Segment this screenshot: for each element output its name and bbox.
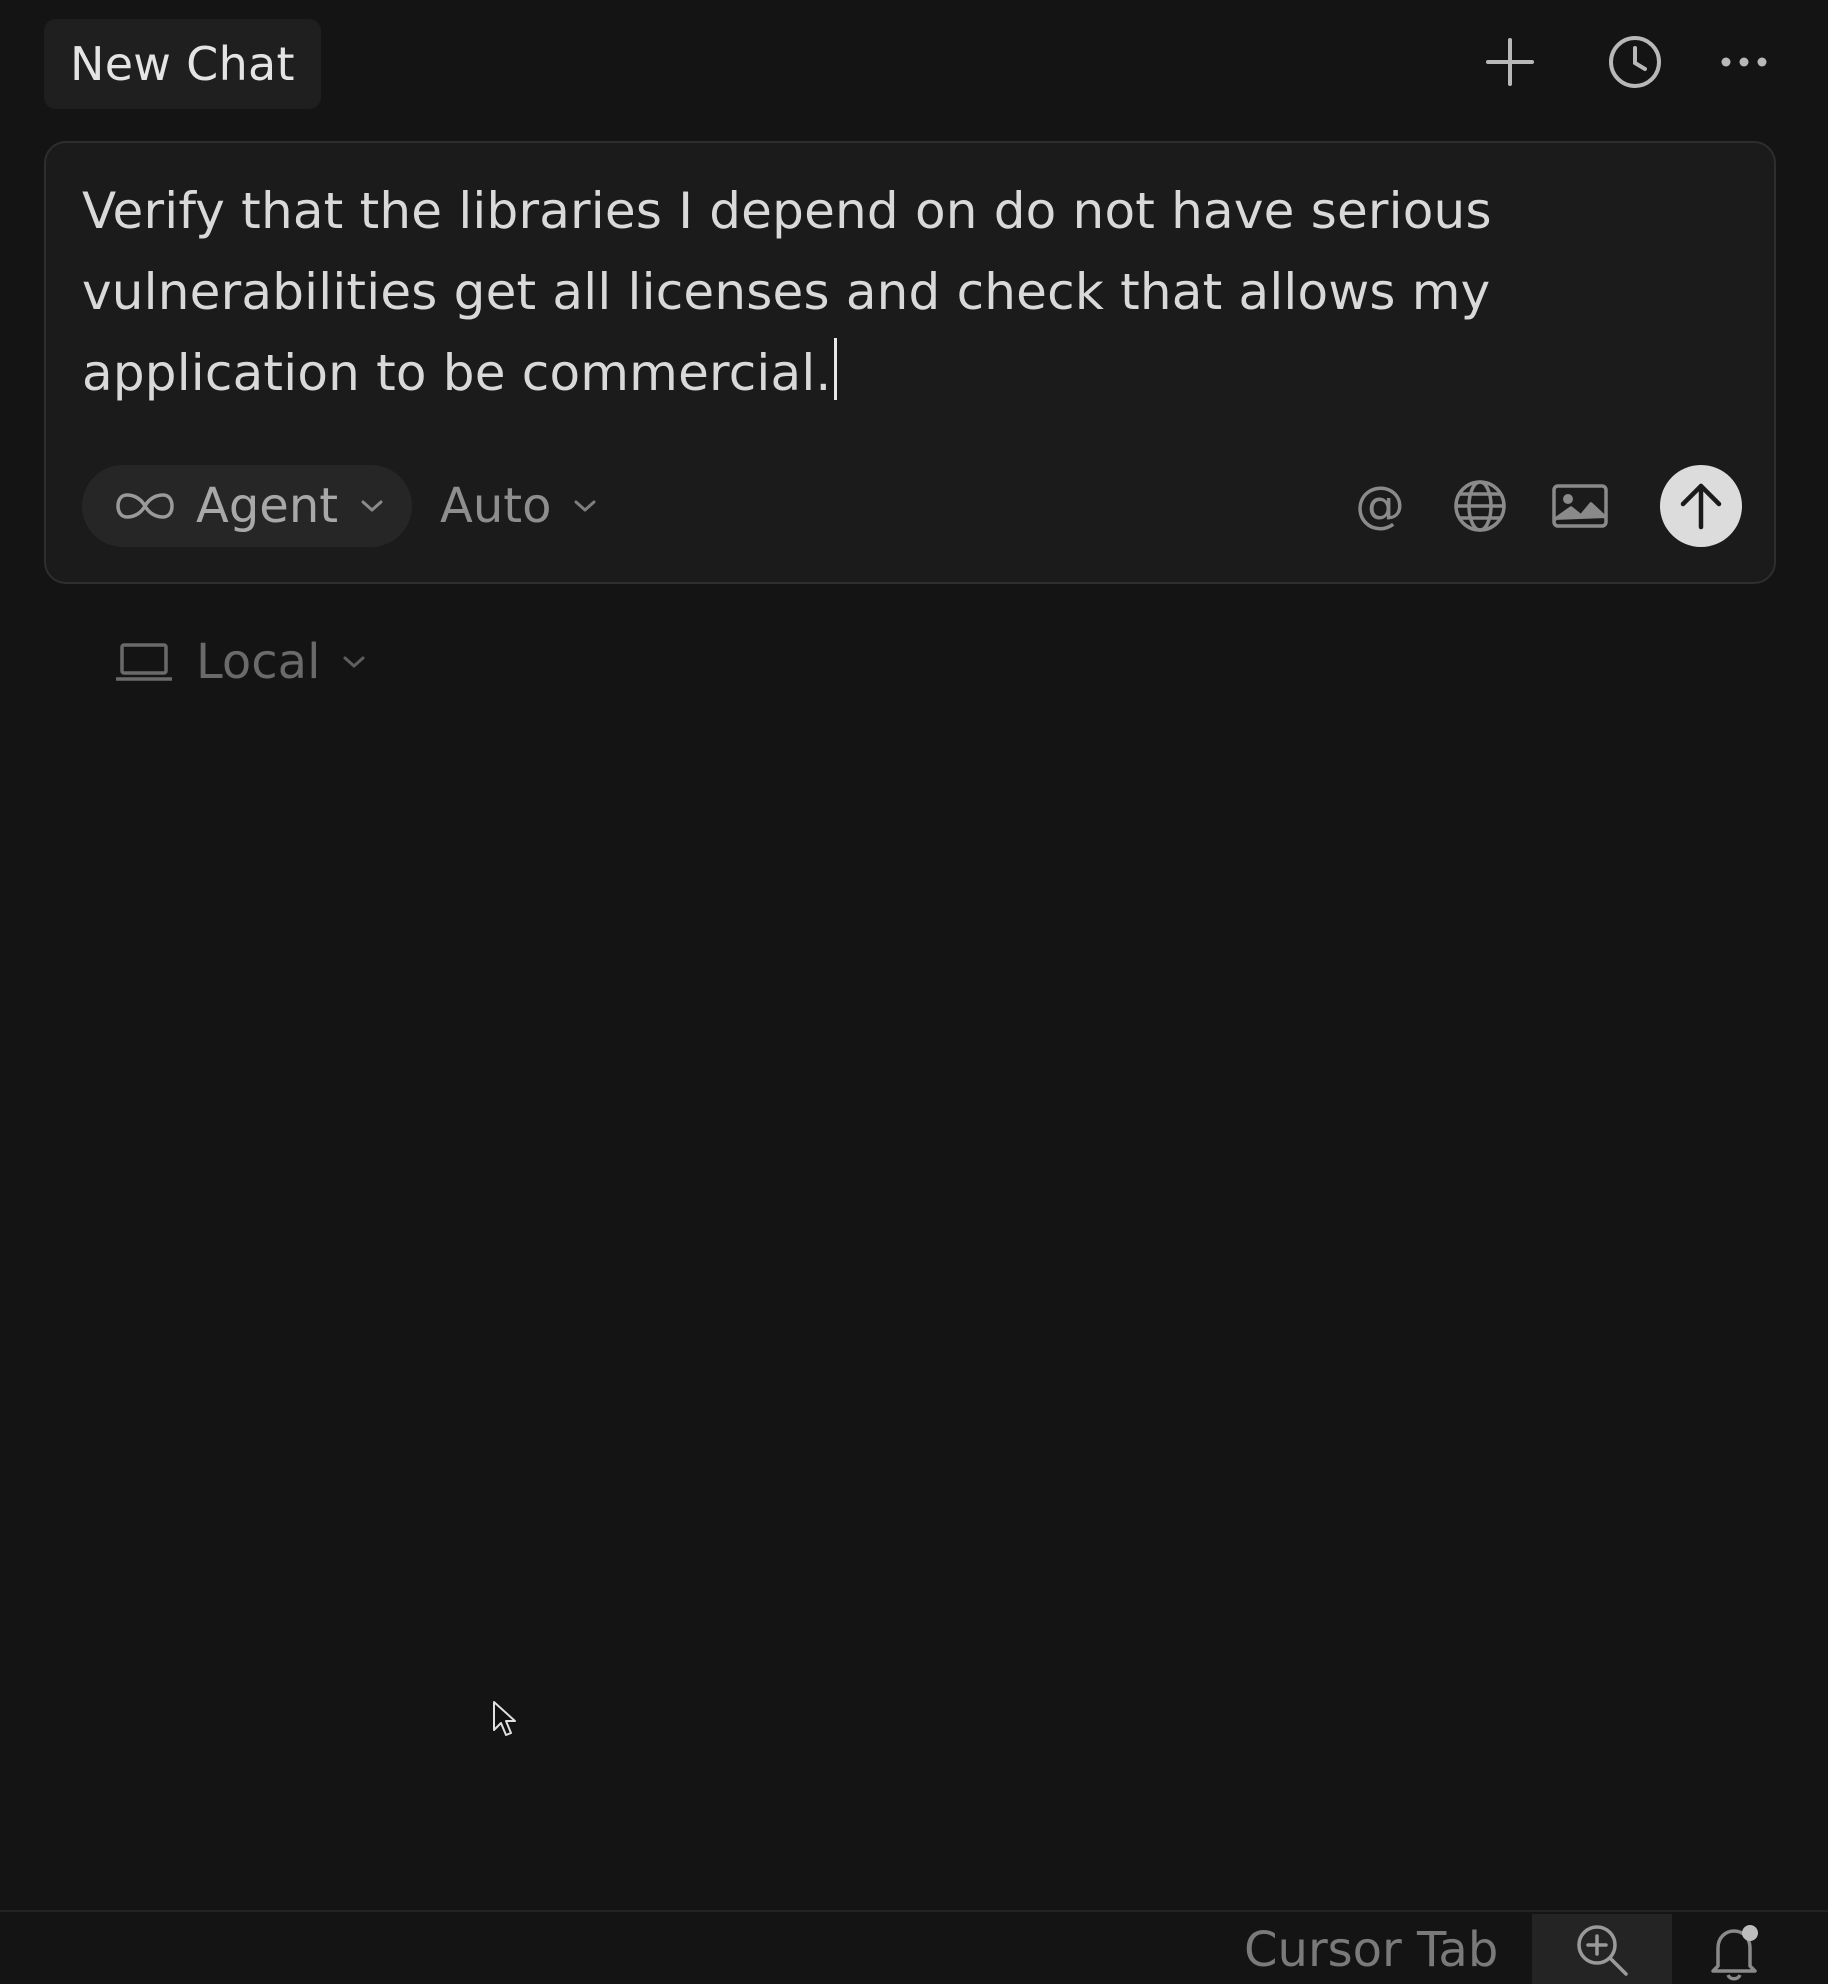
- laptop-icon: [116, 643, 172, 681]
- svg-text:@: @: [1355, 478, 1405, 534]
- model-label: Auto: [440, 478, 552, 534]
- plus-icon[interactable]: [1478, 30, 1542, 94]
- chevron-down-icon: [361, 500, 383, 512]
- prompt-text: Verify that the libraries I depend on do…: [82, 182, 1492, 402]
- infinity-icon: [116, 493, 174, 519]
- at-mention-icon[interactable]: @: [1348, 474, 1412, 538]
- send-arrow-up-icon: [1680, 483, 1722, 530]
- history-clock-icon[interactable]: [1603, 30, 1667, 94]
- environment-label: Local: [196, 634, 321, 690]
- status-label: Cursor Tab: [1244, 1922, 1499, 1978]
- chevron-down-icon: [343, 656, 365, 668]
- chevron-down-icon: [574, 500, 596, 512]
- image-icon[interactable]: [1548, 474, 1612, 538]
- zoom-in-icon: [1577, 1925, 1628, 1976]
- chat-header: New Chat: [0, 0, 1828, 130]
- web-globe-icon[interactable]: [1448, 474, 1512, 538]
- tab-title: New Chat: [70, 37, 295, 91]
- environment-selector[interactable]: Local: [114, 630, 366, 694]
- text-caret: [833, 338, 837, 400]
- notification-bell-icon[interactable]: [1700, 1918, 1770, 1984]
- more-ellipsis-icon[interactable]: [1712, 30, 1776, 94]
- mouse-pointer-icon: [493, 1701, 516, 1736]
- cursor-tab-status[interactable]: Cursor Tab: [1244, 1914, 1498, 1984]
- tab-new-chat[interactable]: New Chat: [44, 19, 321, 109]
- send-button[interactable]: [1660, 465, 1742, 547]
- prompt-input[interactable]: Verify that the libraries I depend on do…: [82, 171, 1702, 414]
- model-selector[interactable]: Auto: [440, 465, 597, 547]
- status-bar: Cursor Tab: [0, 1910, 1828, 1984]
- mode-selector[interactable]: Agent: [82, 465, 413, 547]
- chat-composer: Verify that the libraries I depend on do…: [44, 141, 1776, 584]
- mode-label: Agent: [196, 478, 339, 534]
- chat-panel: New Chat Verify that the libraries I dep…: [0, 0, 1828, 1984]
- composer-toolbar: Agent Auto @: [82, 465, 1744, 547]
- zoom-in-button[interactable]: [1532, 1914, 1672, 1984]
